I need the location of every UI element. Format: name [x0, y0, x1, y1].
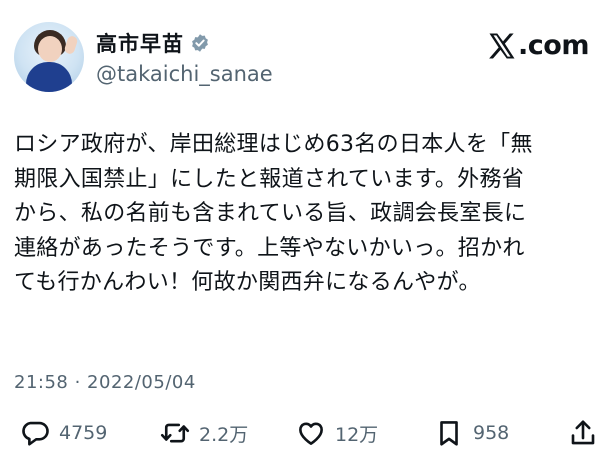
heart-icon [299, 422, 323, 445]
bookmark-button[interactable]: 958 [434, 418, 509, 448]
tweet-timestamp[interactable]: 21:58 · 2022/05/04 [14, 372, 196, 393]
x-logo-icon [489, 33, 515, 58]
author-name[interactable]: 高市早苗 [96, 28, 184, 58]
avatar[interactable] [14, 22, 84, 92]
tweet-line: から、私の名前も含まれている旨、政調会長室長に [14, 201, 527, 226]
reply-count: 4759 [59, 422, 108, 444]
action-bar: 4759 2.2万 12万 958 [14, 418, 604, 458]
tweet-line: ても行かんわい！何故か関西弁になるんやが。 [14, 270, 481, 295]
like-button[interactable]: 12万 [296, 418, 378, 448]
verified-badge-icon [192, 34, 208, 52]
retweet-count: 2.2万 [199, 423, 249, 446]
author-handle[interactable]: @takaichi_sanae [96, 62, 273, 86]
tweet-text: ロシア政府が、岸田総理はじめ63名の日本人を「無 期限入国禁止」にしたと報道され… [14, 128, 604, 301]
retweet-icon [160, 423, 190, 443]
share-icon [571, 420, 595, 445]
share-button[interactable] [568, 418, 598, 448]
author-name-row: 高市早苗 [96, 28, 210, 58]
bookmark-icon [440, 421, 458, 446]
retweet-button[interactable]: 2.2万 [160, 418, 248, 448]
tweet-line: 連絡があったそうです。上等やないかいっ。招かれ [14, 235, 525, 261]
x-brand: .com [487, 30, 589, 61]
tweet-line: 期限入国禁止」にしたと報道されています。外務省 [14, 166, 525, 192]
tweet-header: 高市早苗 @takaichi_sanae .com [14, 20, 595, 96]
x-domain-text: .com [518, 30, 589, 61]
reply-button[interactable]: 4759 [20, 418, 107, 448]
tweet-line: ロシア政府が、岸田総理はじめ63名の日本人を「無 [14, 132, 533, 157]
like-count: 12万 [335, 423, 379, 446]
reply-icon [22, 421, 49, 446]
bookmark-count: 958 [473, 422, 510, 444]
